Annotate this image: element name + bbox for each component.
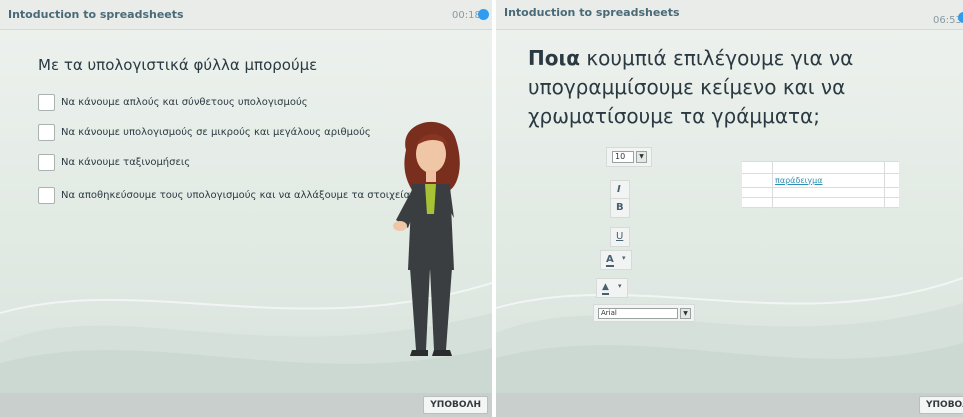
answer-label-2: Να κάνουμε υπολογισμούς σε μικρούς και μ…	[61, 126, 371, 138]
answer-checkbox-4[interactable]	[38, 186, 55, 204]
left-question-text: Με τα υπολογιστικά φύλλα μπορούμε	[38, 56, 318, 74]
font-name-box: Arial ▼	[593, 304, 695, 322]
progress-dot-icon	[478, 9, 489, 20]
right-quiz-slide: Intoduction to spreadsheets 06:53 Ποια κ…	[496, 0, 963, 417]
answer-checkbox-1[interactable]	[38, 93, 55, 111]
font-color-dropdown-icon[interactable]: ▾	[622, 254, 626, 262]
answer-checkbox-2[interactable]	[38, 123, 55, 141]
fill-color-button[interactable]: ▲ ▾	[596, 278, 628, 298]
answer-option-1[interactable]: Να κάνουμε απλούς και σύνθετους υπολογισ…	[38, 92, 308, 112]
spreadsheet-preview: παράδειγμα	[742, 161, 899, 208]
submit-button[interactable]: ΥΠΟΒΟΛΗ	[919, 396, 963, 414]
decorative-wave	[496, 277, 963, 393]
font-name-dropdown-icon[interactable]: ▼	[680, 308, 691, 319]
italic-icon: I	[617, 184, 621, 195]
font-color-icon: A	[606, 254, 614, 267]
answer-label-1: Να κάνουμε απλούς και σύνθετους υπολογισ…	[61, 96, 308, 108]
presenter-character	[393, 121, 460, 356]
underline-icon: U	[616, 231, 624, 242]
right-slide-header: Intoduction to spreadsheets 06:53	[496, 0, 963, 30]
left-quiz-slide: Intoduction to spreadsheets 00:18 Με τα …	[0, 0, 492, 417]
underline-button[interactable]: U	[610, 227, 630, 247]
left-slide-header: Intoduction to spreadsheets 00:18	[0, 0, 492, 30]
answer-option-3[interactable]: Να κάνουμε ταξινομήσεις	[38, 152, 190, 172]
left-slide-title: Intoduction to spreadsheets	[8, 8, 184, 21]
left-slide-footer: ΥΠΟΒΟΛΗ	[0, 393, 492, 417]
question-bold-word: Ποια	[528, 46, 581, 70]
bold-button[interactable]: B	[610, 198, 630, 218]
font-name-select[interactable]: Arial	[598, 308, 678, 319]
answer-option-2[interactable]: Να κάνουμε υπολογισμούς σε μικρούς και μ…	[38, 122, 371, 142]
answer-checkbox-3[interactable]	[38, 153, 55, 171]
right-slide-footer: ΥΠΟΒΟΛΗ	[496, 393, 963, 417]
progress-dot-icon	[958, 12, 963, 23]
answer-label-4: Να αποθηκεύσουμε τους υπολογισμούς και ν…	[61, 189, 411, 201]
left-slide-timer: 00:18	[452, 10, 481, 21]
submit-button[interactable]: ΥΠΟΒΟΛΗ	[423, 396, 488, 414]
font-size-box: 10 ▼	[606, 147, 652, 167]
font-color-button[interactable]: A ▾	[600, 250, 632, 270]
fill-color-icon: ▲	[602, 282, 609, 295]
answer-label-3: Να κάνουμε ταξινομήσεις	[61, 156, 191, 168]
font-size-dropdown-icon[interactable]: ▼	[636, 151, 647, 163]
answer-option-4[interactable]: Να αποθηκεύσουμε τους υπολογισμούς και ν…	[38, 185, 410, 205]
italic-button[interactable]: I	[610, 180, 630, 200]
fill-color-dropdown-icon[interactable]: ▾	[618, 282, 622, 290]
bold-icon: B	[616, 202, 624, 213]
right-question-text: Ποια κουμπιά επιλέγουμε για να υπογραμμί…	[528, 44, 948, 131]
right-slide-title: Intoduction to spreadsheets	[504, 6, 680, 19]
font-size-select[interactable]: 10	[612, 151, 634, 163]
sample-cell-text: παράδειγμα	[775, 176, 823, 185]
